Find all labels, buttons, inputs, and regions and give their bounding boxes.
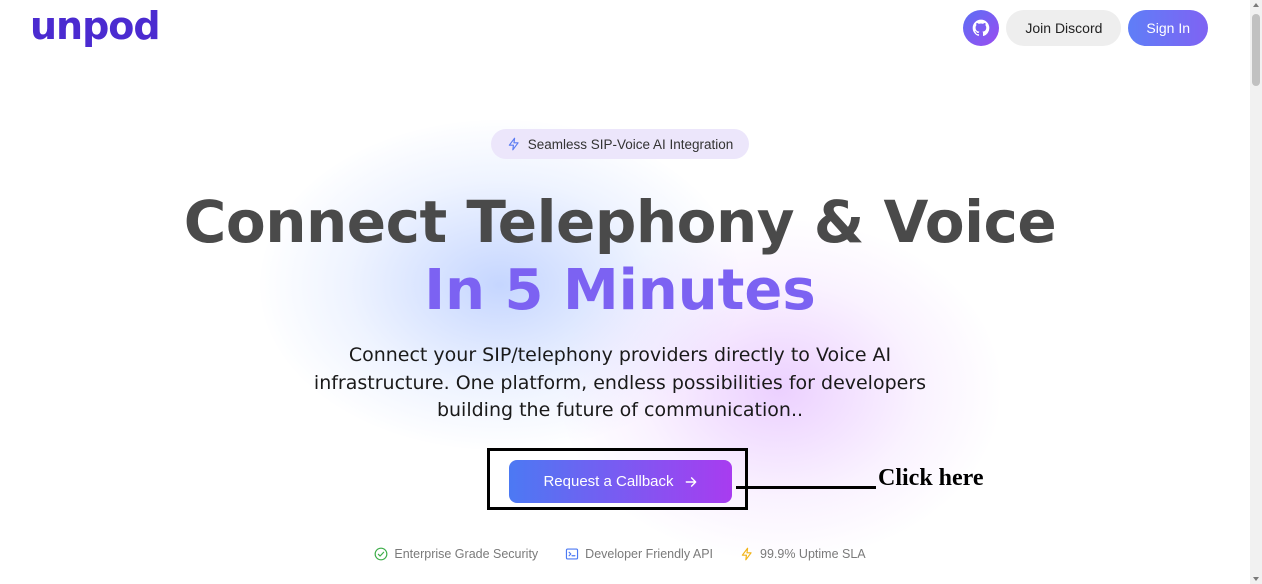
hero-subtitle: In 5 Minutes [424,258,816,323]
feature-item: Developer Friendly API [565,547,713,561]
arrow-right-icon [685,476,696,487]
github-button[interactable] [963,10,1000,46]
top-nav: Join Discord Sign In [963,10,1208,46]
badge-label: Seamless SIP-Voice AI Integration [527,136,734,152]
cta-label: Request a Callback [543,473,674,490]
unpod-logo[interactable]: unpod [30,4,161,48]
sign-in-button[interactable]: Sign In [1128,10,1208,46]
description-line: building the future of communication.. [436,399,804,421]
hero-description: Connect your SIP/telephony providers dir… [290,342,950,425]
feature-label: Developer Friendly API [585,547,714,561]
github-icon [973,19,990,37]
feature-item: Enterprise Grade Security [374,547,538,561]
scrollbar[interactable] [1250,0,1262,584]
hero-title: Connect Telephony & Voice [183,188,1057,256]
feature-list: Enterprise Grade Security Developer Frie… [0,547,1240,561]
description-line: infrastructure. One platform, endless po… [313,371,927,394]
description-line: Connect your SIP/telephony providers dir… [348,344,892,366]
scroll-up-arrow-icon[interactable] [1253,3,1259,7]
terminal-icon [566,548,579,560]
feature-label: Enterprise Grade Security [394,547,539,561]
annotation-label: Click here [878,465,984,491]
check-circle-icon [374,547,388,561]
lightning-icon [508,137,519,151]
request-callback-button[interactable]: Request a Callback [509,460,732,503]
feature-item: 99.9% Uptime SLA [740,547,866,561]
scroll-down-arrow-icon[interactable] [1253,577,1259,581]
lightning-icon [741,547,752,561]
feature-label: 99.9% Uptime SLA [760,547,866,561]
join-discord-button[interactable]: Join Discord [1006,10,1122,46]
annotation-pointer-line [736,486,876,489]
integration-badge: Seamless SIP-Voice AI Integration [491,129,749,159]
scrollbar-thumb[interactable] [1252,14,1260,86]
